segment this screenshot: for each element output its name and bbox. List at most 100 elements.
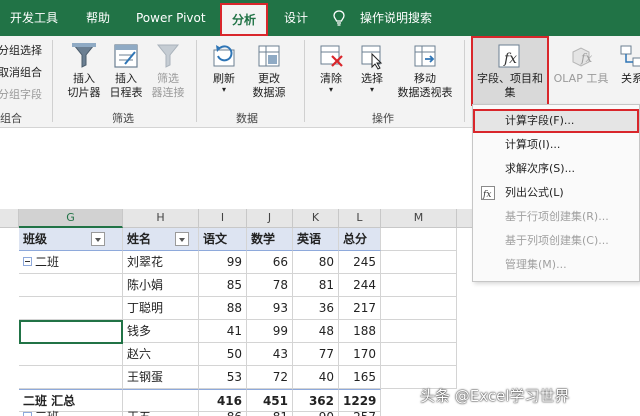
chevron-down-icon: ▾ bbox=[369, 85, 374, 94]
table-cell[interactable]: 244 bbox=[339, 274, 381, 297]
table-cell[interactable]: 245 bbox=[339, 251, 381, 274]
table-cell[interactable]: 99 bbox=[199, 251, 247, 274]
relationships-button[interactable]: 关系 bbox=[612, 42, 640, 86]
divider bbox=[304, 40, 305, 122]
table-cell[interactable]: 40 bbox=[293, 366, 339, 389]
column-header-l[interactable]: L bbox=[339, 209, 381, 228]
refresh-button[interactable]: 刷新 ▾ bbox=[204, 42, 244, 94]
table-cell[interactable] bbox=[19, 343, 123, 366]
column-header-k[interactable]: K bbox=[293, 209, 339, 228]
table-cell[interactable] bbox=[19, 274, 123, 297]
table-cell[interactable]: 90 bbox=[293, 406, 339, 416]
pivot-header-class[interactable]: 班级 bbox=[19, 228, 123, 251]
olap-cube-icon: fx bbox=[572, 47, 592, 67]
table-cell[interactable]: 48 bbox=[293, 320, 339, 343]
change-data-source-button[interactable]: 更改 数据源 bbox=[244, 42, 294, 100]
menu-item-calculated-field[interactable]: 计算字段(F)... bbox=[473, 109, 639, 133]
group-field-button[interactable]: 分组字段 bbox=[0, 86, 42, 102]
change-source-icon bbox=[258, 45, 280, 67]
fields-items-sets-highlight bbox=[471, 36, 549, 106]
filter-dropdown-icon[interactable] bbox=[175, 231, 190, 246]
table-cell[interactable]: 88 bbox=[199, 297, 247, 320]
collapse-icon[interactable] bbox=[23, 412, 32, 416]
menu-item-create-set-rows[interactable]: 基于行项创建集(R)... bbox=[473, 205, 639, 229]
table-cell[interactable]: 257 bbox=[339, 406, 381, 416]
empty-cell[interactable] bbox=[381, 297, 457, 320]
table-cell[interactable]: 66 bbox=[247, 251, 293, 274]
table-cell[interactable]: 50 bbox=[199, 343, 247, 366]
olap-tools-button[interactable]: fx OLAP 工具 bbox=[550, 42, 612, 86]
table-cell[interactable]: 陈小娟 bbox=[123, 274, 199, 297]
table-cell[interactable] bbox=[19, 297, 123, 320]
menu-item-calculated-item[interactable]: 计算项(I)... bbox=[473, 133, 639, 157]
move-pivot-icon bbox=[414, 45, 436, 67]
select-all-corner[interactable] bbox=[0, 209, 19, 228]
table-cell[interactable]: 188 bbox=[339, 320, 381, 343]
group-label-filter: 筛选 bbox=[112, 112, 134, 125]
menu-item-create-set-columns[interactable]: 基于列项创建集(C)... bbox=[473, 229, 639, 253]
column-header-g[interactable]: G bbox=[19, 209, 123, 228]
select-button[interactable]: 选择 ▾ bbox=[352, 42, 392, 94]
table-cell[interactable]: 80 bbox=[293, 251, 339, 274]
ribbon-tab-bar: 开发工具 帮助 Power Pivot 分析 设计 操作说明搜索 bbox=[0, 0, 640, 36]
column-header-m[interactable]: M bbox=[381, 209, 457, 228]
empty-cell[interactable] bbox=[381, 320, 457, 343]
tab-analyze[interactable]: 分析 bbox=[220, 3, 269, 36]
table-cell[interactable]: 72 bbox=[247, 366, 293, 389]
tab-help[interactable]: 帮助 bbox=[86, 0, 110, 36]
insert-timeline-button[interactable]: 插入 日程表 bbox=[104, 42, 148, 100]
table-cell[interactable]: 165 bbox=[339, 366, 381, 389]
move-pivot-button[interactable]: 移动 数据透视表 bbox=[392, 42, 458, 100]
table-cell[interactable]: 刘翠花 bbox=[123, 251, 199, 274]
pivot-header-name[interactable]: 姓名 bbox=[123, 228, 199, 251]
pivot-class-cell[interactable]: 二班 bbox=[19, 251, 123, 274]
empty-cell[interactable] bbox=[381, 343, 457, 366]
tab-power-pivot[interactable]: Power Pivot bbox=[136, 0, 206, 36]
table-cell[interactable] bbox=[19, 366, 123, 389]
table-cell[interactable]: 赵六 bbox=[123, 343, 199, 366]
menu-item-solve-order[interactable]: 求解次序(S)... bbox=[473, 157, 639, 181]
table-cell[interactable]: 170 bbox=[339, 343, 381, 366]
tab-developer[interactable]: 开发工具 bbox=[10, 0, 58, 36]
clear-button[interactable]: 清除 ▾ bbox=[310, 42, 352, 94]
slicer-icon bbox=[72, 43, 96, 68]
table-cell[interactable]: 86 bbox=[199, 406, 247, 416]
empty-cell[interactable] bbox=[381, 228, 457, 251]
filter-connections-button[interactable]: 筛选 器连接 bbox=[146, 42, 190, 100]
table-cell[interactable]: 钱多 bbox=[123, 320, 199, 343]
divider bbox=[196, 40, 197, 122]
collapse-icon[interactable] bbox=[23, 257, 32, 266]
pivot-header-class-label: 班级 bbox=[23, 232, 48, 246]
empty-cell[interactable] bbox=[381, 251, 457, 274]
table-cell[interactable]: 丁聪明 bbox=[123, 297, 199, 320]
table-cell[interactable]: 85 bbox=[199, 274, 247, 297]
table-cell[interactable]: 36 bbox=[293, 297, 339, 320]
table-cell[interactable]: 78 bbox=[247, 274, 293, 297]
table-cell[interactable]: 43 bbox=[247, 343, 293, 366]
ungroup-button[interactable]: 取消组合 bbox=[0, 64, 42, 80]
filter-dropdown-icon[interactable] bbox=[91, 231, 106, 246]
column-header-h[interactable]: H bbox=[123, 209, 199, 228]
column-header-j[interactable]: J bbox=[247, 209, 293, 228]
tell-me-search[interactable]: 操作说明搜索 bbox=[360, 0, 432, 36]
table-cell[interactable]: 王钢蛋 bbox=[123, 366, 199, 389]
table-cell[interactable]: 41 bbox=[199, 320, 247, 343]
menu-item-manage-sets[interactable]: 管理集(M)... bbox=[473, 253, 639, 277]
table-cell[interactable]: 王五 bbox=[123, 406, 199, 416]
fx-icon: fx bbox=[481, 186, 495, 200]
column-header-i[interactable]: I bbox=[199, 209, 247, 228]
table-cell[interactable]: 99 bbox=[247, 320, 293, 343]
menu-item-list-formulas[interactable]: fx 列出公式(L) bbox=[473, 181, 639, 205]
table-cell[interactable]: 93 bbox=[247, 297, 293, 320]
tab-design[interactable]: 设计 bbox=[284, 0, 308, 36]
table-cell[interactable]: 217 bbox=[339, 297, 381, 320]
empty-cell[interactable] bbox=[381, 274, 457, 297]
pivot-class-cell[interactable]: 三班 bbox=[19, 406, 123, 416]
change-data-source-label: 更改 数据源 bbox=[252, 72, 286, 99]
group-selection-button[interactable]: 分组选择 bbox=[0, 42, 42, 58]
table-cell[interactable]: 53 bbox=[199, 366, 247, 389]
table-cell[interactable]: 81 bbox=[293, 274, 339, 297]
table-cell[interactable]: 81 bbox=[247, 406, 293, 416]
table-cell[interactable]: 77 bbox=[293, 343, 339, 366]
insert-slicer-button[interactable]: 插入 切片器 bbox=[60, 42, 108, 100]
